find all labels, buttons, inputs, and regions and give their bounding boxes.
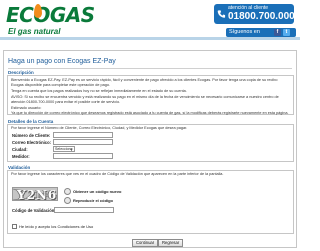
validation-code-input[interactable]: [54, 207, 114, 213]
meter-label: Medidor:: [12, 154, 30, 159]
city-label: Ciudad:: [12, 147, 28, 152]
validation-box: Por favor ingrese los caracteres que ves…: [7, 170, 294, 234]
captcha-image: Y2N6: [12, 187, 58, 201]
account-hint: Por favor ingrese el Número de Cliente, …: [11, 126, 188, 130]
play-code-label: Reproducir el código: [73, 198, 114, 203]
chevron-down-icon: ▼: [70, 148, 73, 152]
facebook-icon[interactable]: f: [274, 29, 281, 36]
logo-wordmark: ECOGAS: [6, 3, 95, 27]
title-divider: [8, 68, 292, 69]
social-label: Síguenos en: [229, 29, 260, 35]
site-header: ECOGAS El gas natural atención al client…: [0, 0, 300, 40]
validation-code-label: Código de Validación:: [12, 208, 56, 213]
client-number-input[interactable]: [53, 132, 113, 138]
validation-hint: Por favor ingrese los caracteres que ves…: [11, 172, 224, 176]
description-box: Bienvenido a Ecogas EZ-Pay. EZ-Pay es un…: [7, 75, 294, 115]
twitter-icon[interactable]: t: [283, 29, 290, 36]
customer-service-hotline: atención al cliente 01800.700.0000: [214, 4, 300, 24]
reset-button[interactable]: Regresar: [158, 239, 184, 247]
ecogas-logo[interactable]: ECOGAS El gas natural: [6, 3, 95, 37]
new-code-label: Obtener un código nuevo: [73, 189, 122, 194]
terms-label: He leído y acepto los Condiciones de Uso: [19, 224, 94, 229]
description-paragraph: atención 01800-700-0000 para evitar el p…: [11, 100, 121, 104]
flame-icon: [34, 4, 42, 18]
city-select[interactable]: Seleccione ▼: [53, 146, 75, 152]
email-input[interactable]: [53, 139, 113, 145]
logo-tagline: El gas natural: [8, 27, 61, 36]
client-number-label: Número de Cliente:: [12, 133, 51, 138]
account-details-box: Por favor ingrese el Número de Cliente, …: [7, 124, 294, 162]
terms-checkbox[interactable]: [12, 224, 17, 229]
captcha-text: Y2N6: [17, 188, 58, 201]
meter-input[interactable]: [53, 153, 113, 159]
description-paragraph: Ya que tu dirección de correo electrónic…: [11, 111, 289, 115]
hotline-number: 01800.700.0000: [228, 11, 301, 22]
description-paragraph: Tenga en cuenta que los pagos realizados…: [11, 89, 187, 93]
page-title: Haga un pago con Ecogas EZ-Pay: [8, 58, 116, 65]
description-paragraph: Ecogas disponible para completar este op…: [11, 83, 110, 87]
phone-icon: [217, 10, 226, 18]
payment-panel: Haga un pago con Ecogas EZ-Pay Descripci…: [3, 50, 297, 248]
continue-button[interactable]: Continuar: [132, 239, 159, 247]
email-label: Correo Electrónico:: [12, 140, 52, 145]
speaker-icon: [64, 197, 71, 204]
refresh-icon: [64, 188, 71, 195]
social-links: Síguenos en f t: [226, 28, 296, 37]
